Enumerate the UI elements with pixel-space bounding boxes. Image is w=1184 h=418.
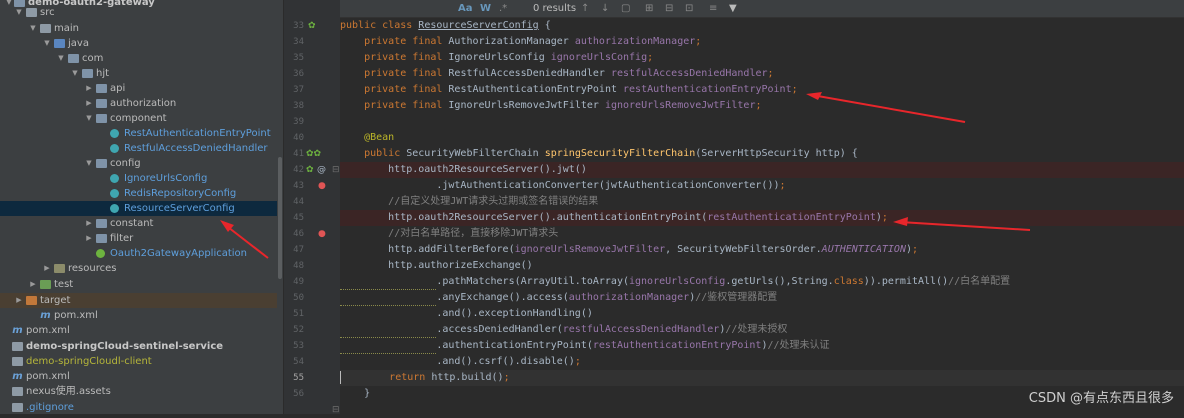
annotation-arrow-2: [899, 221, 1031, 231]
warning-underline: [340, 305, 436, 307]
annotation-arrow-1: [811, 94, 966, 123]
warning-underline: [340, 353, 436, 355]
annotation-arrowhead-1: [806, 92, 822, 100]
warning-underline: [340, 289, 436, 291]
annotation-arrows: [220, 92, 1031, 259]
annotation-arrow-3: [223, 223, 269, 259]
warning-underline: [340, 337, 436, 339]
annotation-arrowhead-2: [893, 217, 908, 226]
watermark: CSDN @有点东西且很多: [1028, 391, 1174, 406]
